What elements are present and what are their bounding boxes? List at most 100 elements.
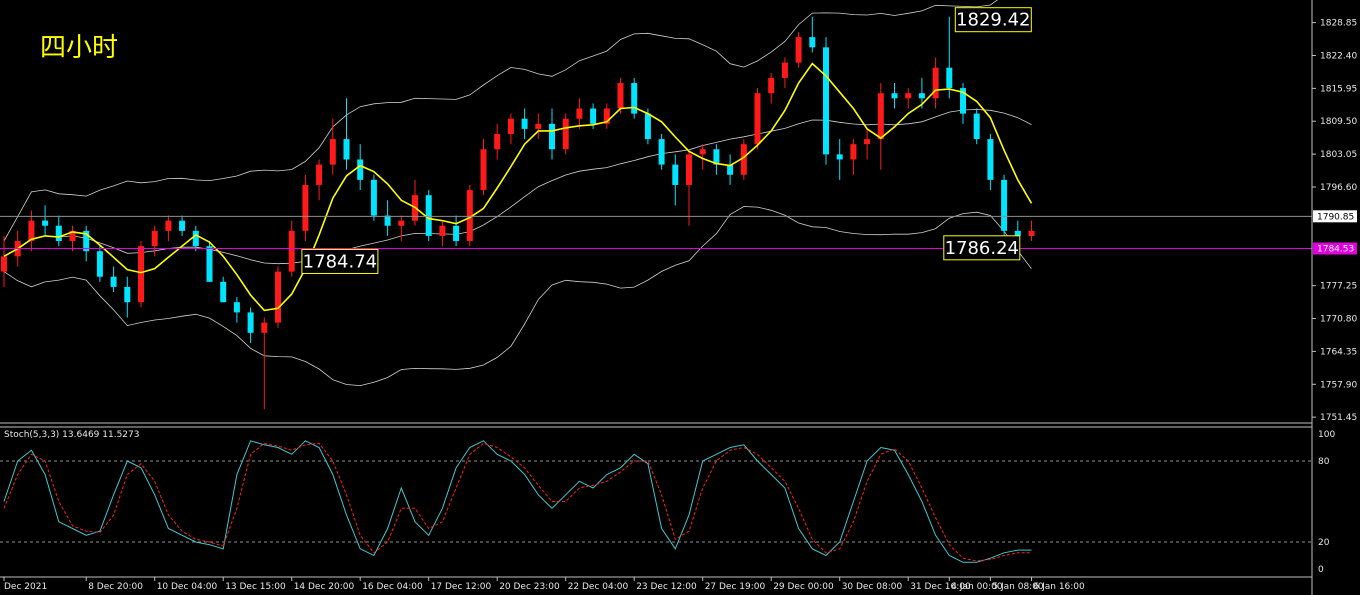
candle-body xyxy=(384,215,391,226)
candle-body xyxy=(138,246,144,303)
candle-body xyxy=(850,144,857,160)
price-tick-label: 1770.80 xyxy=(1320,315,1357,325)
chart-title: 四小时 xyxy=(40,33,118,63)
candle-body xyxy=(55,225,62,242)
candle-body xyxy=(521,118,528,129)
candle-body xyxy=(535,123,542,129)
candle-body xyxy=(302,184,309,231)
time-tick-label: 8 Dec 20:00 xyxy=(88,582,143,592)
price-tick-label: 1815.95 xyxy=(1320,84,1357,94)
candle-body xyxy=(987,139,994,180)
candle-body xyxy=(795,37,802,63)
candle-body xyxy=(905,93,912,99)
candle-body xyxy=(932,67,939,99)
price-tick-label: 1757.90 xyxy=(1320,380,1357,390)
time-tick-label: 16 Dec 04:00 xyxy=(362,582,423,592)
candle-body xyxy=(781,62,788,78)
candle-body xyxy=(973,113,980,140)
time-tick-label: 17 Dec 12:00 xyxy=(431,582,492,592)
level-price-tag: 1784.53 xyxy=(1317,245,1354,255)
stoch-tick-label: 0 xyxy=(1318,565,1324,575)
time-tick-label: 29 Dec 00:00 xyxy=(773,582,834,592)
candle-body xyxy=(686,154,692,185)
candle-body xyxy=(42,220,49,226)
candle-body xyxy=(617,83,624,109)
candle-body xyxy=(480,149,487,191)
candle-body xyxy=(576,108,583,119)
candle-body xyxy=(96,251,103,277)
stoch-tick-label: 20 xyxy=(1318,538,1330,548)
time-tick-label: 6 Jan 16:00 xyxy=(1034,582,1086,592)
candle-body xyxy=(151,230,158,247)
candle-body xyxy=(562,118,569,150)
price-tick-label: 1777.25 xyxy=(1320,282,1357,292)
candle-body xyxy=(768,77,775,94)
candle-body xyxy=(343,139,350,160)
candle-body xyxy=(1001,179,1008,231)
price-annotation-label: 1829.42 xyxy=(956,10,1030,31)
price-tick-label: 1822.40 xyxy=(1320,51,1357,61)
candle-body xyxy=(1,256,7,272)
stoch-tick-label: 80 xyxy=(1318,457,1330,467)
chart-canvas: 1790.85 1784.53 1829.42 1784.74 1786.24 182… xyxy=(0,0,1360,595)
price-annotation-label: 1786.24 xyxy=(945,238,1019,259)
candle-body xyxy=(329,139,336,165)
time-tick-label: 27 Dec 19:00 xyxy=(705,582,766,592)
candle-body xyxy=(110,276,117,287)
candle-body xyxy=(179,220,186,231)
stoch-tick-label: 100 xyxy=(1318,430,1335,440)
candle-body xyxy=(453,225,460,242)
candle-body xyxy=(261,322,268,333)
time-tick-label: 10 Dec 04:00 xyxy=(157,582,218,592)
time-tick-label: 23 Dec 12:00 xyxy=(636,582,697,592)
price-tick-label: 1751.45 xyxy=(1320,413,1357,423)
candle-body xyxy=(864,139,871,145)
price-tick-label: 1796.60 xyxy=(1320,183,1357,193)
price-tick-label: 1828.85 xyxy=(1320,19,1357,29)
candle-body xyxy=(288,230,295,272)
candle-body xyxy=(439,225,446,236)
candle-body xyxy=(891,93,898,99)
candle-body xyxy=(206,246,213,282)
candle-body xyxy=(590,108,597,124)
current-price-tag: 1790.85 xyxy=(1317,212,1354,222)
candle-body xyxy=(233,302,240,313)
time-tick-label: 20 Dec 23:00 xyxy=(499,582,560,592)
candle-body xyxy=(1028,230,1035,236)
stochastic-label: Stoch(5,3,3) 13.6469 11.5273 xyxy=(4,430,139,440)
candle-body xyxy=(165,220,172,231)
candle-body xyxy=(425,195,432,236)
candle-body xyxy=(699,149,706,155)
price-tick-label: 1803.05 xyxy=(1320,150,1357,160)
candle-body xyxy=(316,164,323,185)
candle-body xyxy=(124,286,131,303)
candle-body xyxy=(644,113,651,140)
candle-body xyxy=(918,93,925,99)
price-tick-label: 1809.50 xyxy=(1320,117,1357,127)
candle-body xyxy=(658,139,665,165)
candle-body xyxy=(494,133,501,150)
candle-body xyxy=(507,118,514,134)
candle-body xyxy=(672,164,679,185)
time-tick-label: 30 Dec 08:00 xyxy=(842,582,903,592)
chart-background xyxy=(0,0,1360,595)
candle-body xyxy=(192,230,199,247)
price-tick-label: 1764.35 xyxy=(1320,347,1357,357)
time-tick-label: 22 Dec 04:00 xyxy=(568,582,629,592)
candle-body xyxy=(357,159,364,180)
candle-body xyxy=(823,47,829,155)
candle-body xyxy=(946,67,953,89)
price-annotation-label: 1784.74 xyxy=(303,251,377,272)
candle-body xyxy=(836,154,843,160)
candle-body xyxy=(877,93,884,140)
candle-body xyxy=(247,312,254,333)
time-tick-label: 13 Dec 15:00 xyxy=(225,582,286,592)
candle-body xyxy=(754,93,761,145)
candle-body xyxy=(220,281,227,303)
candle-body xyxy=(370,179,377,216)
candle-body xyxy=(549,123,555,150)
candle-body xyxy=(809,37,816,48)
candle-body xyxy=(1014,230,1021,236)
candle-body xyxy=(275,271,281,323)
time-tick-label: 14 Dec 20:00 xyxy=(294,582,355,592)
